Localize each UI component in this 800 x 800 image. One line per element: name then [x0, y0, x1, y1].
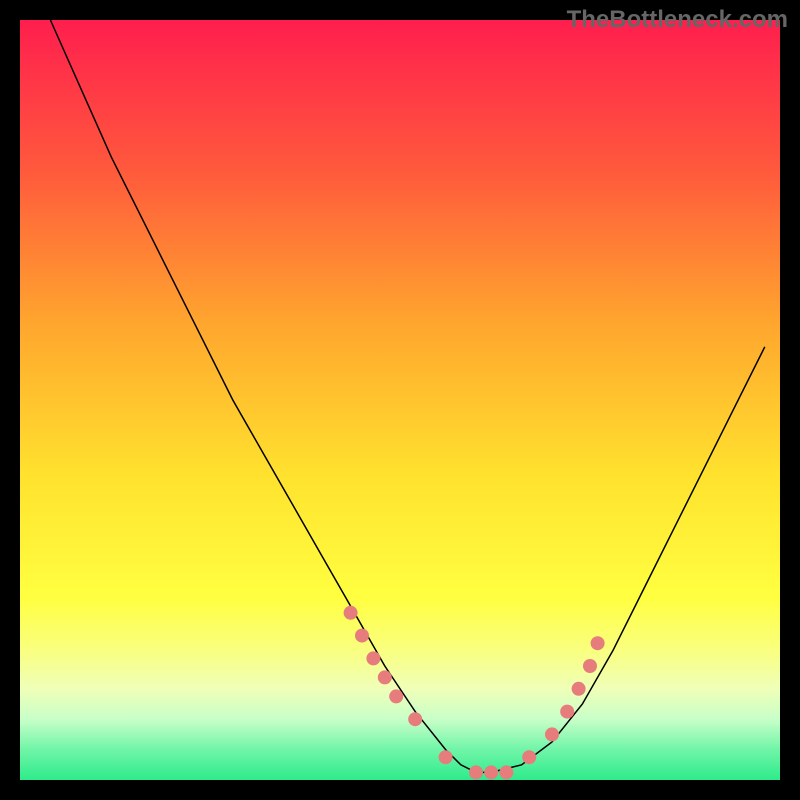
- marker-dot: [389, 689, 403, 703]
- marker-dot: [522, 750, 536, 764]
- chart-container: TheBottleneck.com: [0, 0, 800, 800]
- marker-dot: [545, 727, 559, 741]
- marker-dot: [439, 750, 453, 764]
- marker-dot: [499, 765, 513, 779]
- marker-dot: [469, 765, 483, 779]
- marker-dot: [344, 606, 358, 620]
- marker-dot: [378, 670, 392, 684]
- marker-dot: [572, 682, 586, 696]
- marker-dot: [591, 636, 605, 650]
- marker-dot: [583, 659, 597, 673]
- marker-dot: [484, 765, 498, 779]
- marker-dot: [355, 629, 369, 643]
- watermark-text: TheBottleneck.com: [567, 6, 788, 34]
- chart-background: [20, 20, 780, 780]
- chart-plot: [20, 20, 780, 780]
- marker-dot: [366, 651, 380, 665]
- marker-dot: [408, 712, 422, 726]
- marker-dot: [560, 705, 574, 719]
